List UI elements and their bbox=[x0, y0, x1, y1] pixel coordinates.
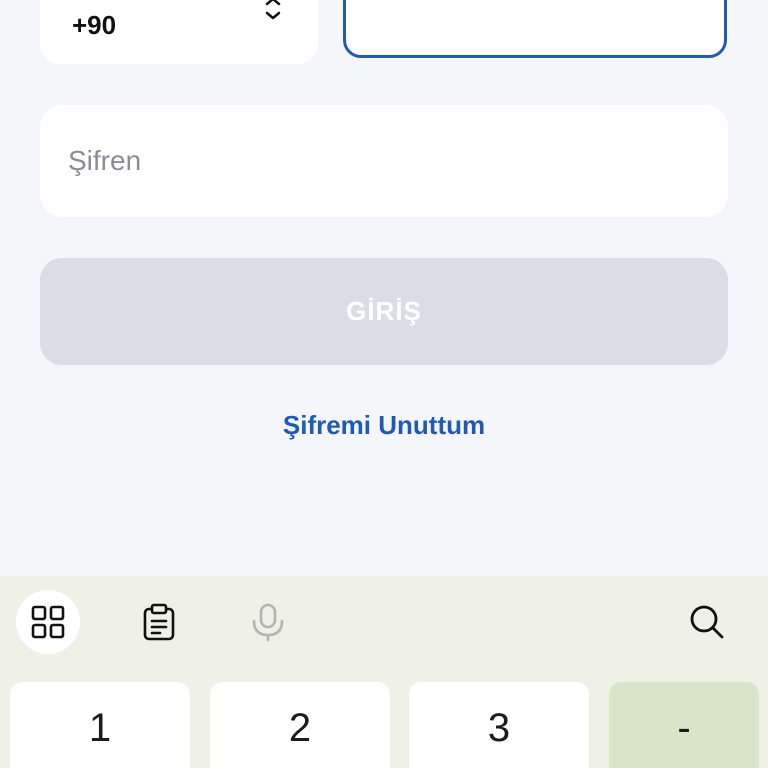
chevron-up-down-icon bbox=[265, 0, 281, 20]
key-minus[interactable]: - bbox=[609, 682, 759, 768]
forgot-password-link[interactable]: Şifremi Unuttum bbox=[0, 410, 768, 441]
key-2[interactable]: 2 bbox=[210, 682, 390, 768]
phone-number-input[interactable] bbox=[343, 0, 727, 58]
clipboard-button[interactable] bbox=[127, 590, 191, 654]
password-input[interactable] bbox=[40, 105, 728, 217]
key-3[interactable]: 3 bbox=[409, 682, 589, 768]
on-screen-keyboard: 1 2 3 - bbox=[0, 576, 768, 768]
login-button[interactable]: GİRİŞ bbox=[40, 258, 728, 365]
apps-grid-button[interactable] bbox=[16, 590, 80, 654]
clipboard-icon bbox=[143, 603, 175, 641]
key-1[interactable]: 1 bbox=[10, 682, 190, 768]
voice-input-button[interactable] bbox=[236, 590, 300, 654]
search-button[interactable] bbox=[675, 590, 739, 654]
login-screen: +90 GİRİŞ Şifremi Unuttum 1 2 3 - bbox=[0, 0, 768, 768]
country-code-selector[interactable]: +90 bbox=[40, 0, 318, 64]
country-code-value: +90 bbox=[72, 10, 117, 40]
microphone-icon bbox=[252, 603, 284, 642]
search-icon bbox=[690, 605, 724, 639]
apps-grid-icon bbox=[31, 605, 65, 639]
